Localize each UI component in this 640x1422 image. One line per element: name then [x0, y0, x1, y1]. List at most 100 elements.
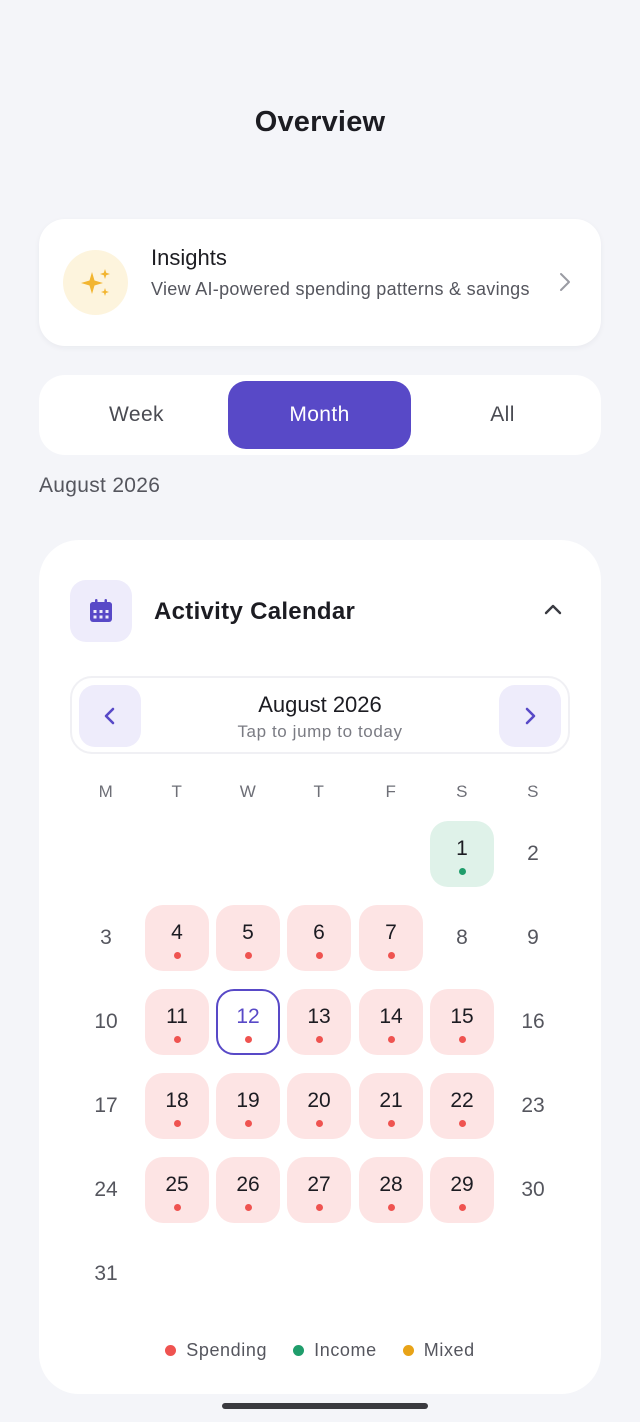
calendar-title: Activity Calendar: [154, 598, 356, 625]
day-number: 14: [379, 1005, 403, 1028]
day-number: 20: [307, 1089, 331, 1112]
spending-dot-icon: [316, 1036, 323, 1043]
spending-dot-icon: [316, 1204, 323, 1211]
calendar-day[interactable]: 26: [216, 1157, 280, 1223]
sparkles-icon: [63, 250, 128, 315]
calendar-day[interactable]: 13: [287, 989, 351, 1055]
day-number: 24: [94, 1178, 118, 1201]
page-title: Overview: [254, 106, 386, 138]
calendar-day[interactable]: 17: [74, 1073, 138, 1139]
calendar-day[interactable]: 27: [287, 1157, 351, 1223]
calendar-day[interactable]: 30: [501, 1157, 565, 1223]
chevron-right-icon: [560, 273, 570, 291]
mixed-dot-icon: [402, 1345, 414, 1356]
day-number: 1: [456, 837, 468, 860]
day-number: 6: [313, 921, 325, 944]
day-number: 21: [379, 1089, 403, 1112]
weekday-label: M: [98, 782, 114, 801]
calendar-day[interactable]: 15: [430, 989, 494, 1055]
calendar-day[interactable]: 25: [145, 1157, 209, 1223]
day-number: 10: [94, 1010, 118, 1033]
weekday-label: W: [239, 782, 257, 801]
calendar-day[interactable]: 5: [216, 905, 280, 971]
segment-week[interactable]: Week: [45, 381, 228, 449]
day-number: 11: [166, 1005, 188, 1028]
spending-dot-icon: [316, 952, 323, 959]
spending-dot-icon: [245, 1036, 252, 1043]
weekday-label: T: [313, 782, 325, 801]
today-hint[interactable]: Tap to jump to today: [72, 722, 568, 742]
income-dot-icon: [293, 1345, 305, 1356]
calendar-day[interactable]: 2: [501, 821, 565, 887]
calendar-day[interactable]: 22: [430, 1073, 494, 1139]
month-navigator: August 2026 Tap to jump to today: [70, 676, 570, 754]
spending-dot-icon: [245, 1120, 252, 1127]
spending-dot-icon: [174, 1204, 181, 1211]
income-dot-icon: [459, 868, 466, 875]
calendar-day[interactable]: 14: [359, 989, 423, 1055]
month-label[interactable]: August 2026: [72, 692, 568, 718]
segment-all[interactable]: All: [411, 381, 594, 449]
calendar-day[interactable]: 23: [501, 1073, 565, 1139]
calendar-day[interactable]: 10: [74, 989, 138, 1055]
day-number: 22: [450, 1089, 474, 1112]
day-number: 23: [521, 1094, 545, 1117]
spending-dot-icon: [388, 952, 395, 959]
day-number: 7: [385, 921, 397, 944]
day-number: 15: [450, 1005, 474, 1028]
calendar-day[interactable]: 31: [74, 1241, 138, 1307]
spending-dot-icon: [388, 1036, 395, 1043]
period-segmented-control: Week Month All: [39, 375, 601, 455]
legend-label: Mixed: [423, 1340, 475, 1360]
calendar-day[interactable]: 28: [359, 1157, 423, 1223]
spending-dot-icon: [459, 1036, 466, 1043]
calendar-day[interactable]: 3: [74, 905, 138, 971]
weekday-label: F: [385, 782, 397, 801]
weekday-label: S: [527, 782, 539, 801]
spending-dot-icon: [459, 1120, 466, 1127]
calendar-day[interactable]: 16: [501, 989, 565, 1055]
spending-dot-icon: [174, 1120, 181, 1127]
day-number: 28: [379, 1173, 403, 1196]
calendar-day[interactable]: 8: [430, 905, 494, 971]
day-number: 29: [450, 1173, 474, 1196]
calendar-day[interactable]: 1: [430, 821, 494, 887]
calendar-day[interactable]: 29: [430, 1157, 494, 1223]
weekday-label: S: [456, 782, 468, 801]
day-number: 31: [94, 1262, 118, 1285]
chevron-up-icon[interactable]: [543, 602, 563, 616]
calendar-day-today[interactable]: 12: [216, 989, 280, 1055]
home-indicator: [222, 1403, 428, 1409]
calendar-day[interactable]: 9: [501, 905, 565, 971]
spending-dot-icon: [459, 1204, 466, 1211]
day-number: 13: [307, 1005, 331, 1028]
next-month-button[interactable]: [499, 685, 561, 747]
calendar-day[interactable]: 20: [287, 1073, 351, 1139]
spending-dot-icon: [174, 1036, 181, 1043]
calendar-day[interactable]: 4: [145, 905, 209, 971]
segment-month[interactable]: Month: [228, 381, 411, 449]
spending-dot-icon: [388, 1120, 395, 1127]
calendar-day[interactable]: 24: [74, 1157, 138, 1223]
calendar-day[interactable]: 19: [216, 1073, 280, 1139]
legend-income: Income: [293, 1340, 377, 1361]
legend-label: Income: [314, 1340, 377, 1360]
day-number: 9: [527, 926, 539, 949]
spending-dot-icon: [165, 1345, 177, 1356]
calendar-day[interactable]: 7: [359, 905, 423, 971]
chevron-right-icon: [525, 707, 536, 725]
calendar-day[interactable]: 21: [359, 1073, 423, 1139]
calendar-day[interactable]: 11: [145, 989, 209, 1055]
spending-dot-icon: [245, 1204, 252, 1211]
spending-dot-icon: [388, 1204, 395, 1211]
calendar-day[interactable]: 6: [287, 905, 351, 971]
spending-dot-icon: [174, 952, 181, 959]
insights-title: Insights: [151, 245, 227, 270]
day-number: 19: [236, 1089, 260, 1112]
calendar-day[interactable]: 18: [145, 1073, 209, 1139]
day-number: 27: [307, 1173, 331, 1196]
insights-card[interactable]: Insights View AI-powered spending patter…: [39, 219, 601, 346]
spending-dot-icon: [245, 952, 252, 959]
day-number: 2: [527, 842, 539, 865]
calendar-legend: Spending Income Mixed: [39, 1340, 601, 1361]
